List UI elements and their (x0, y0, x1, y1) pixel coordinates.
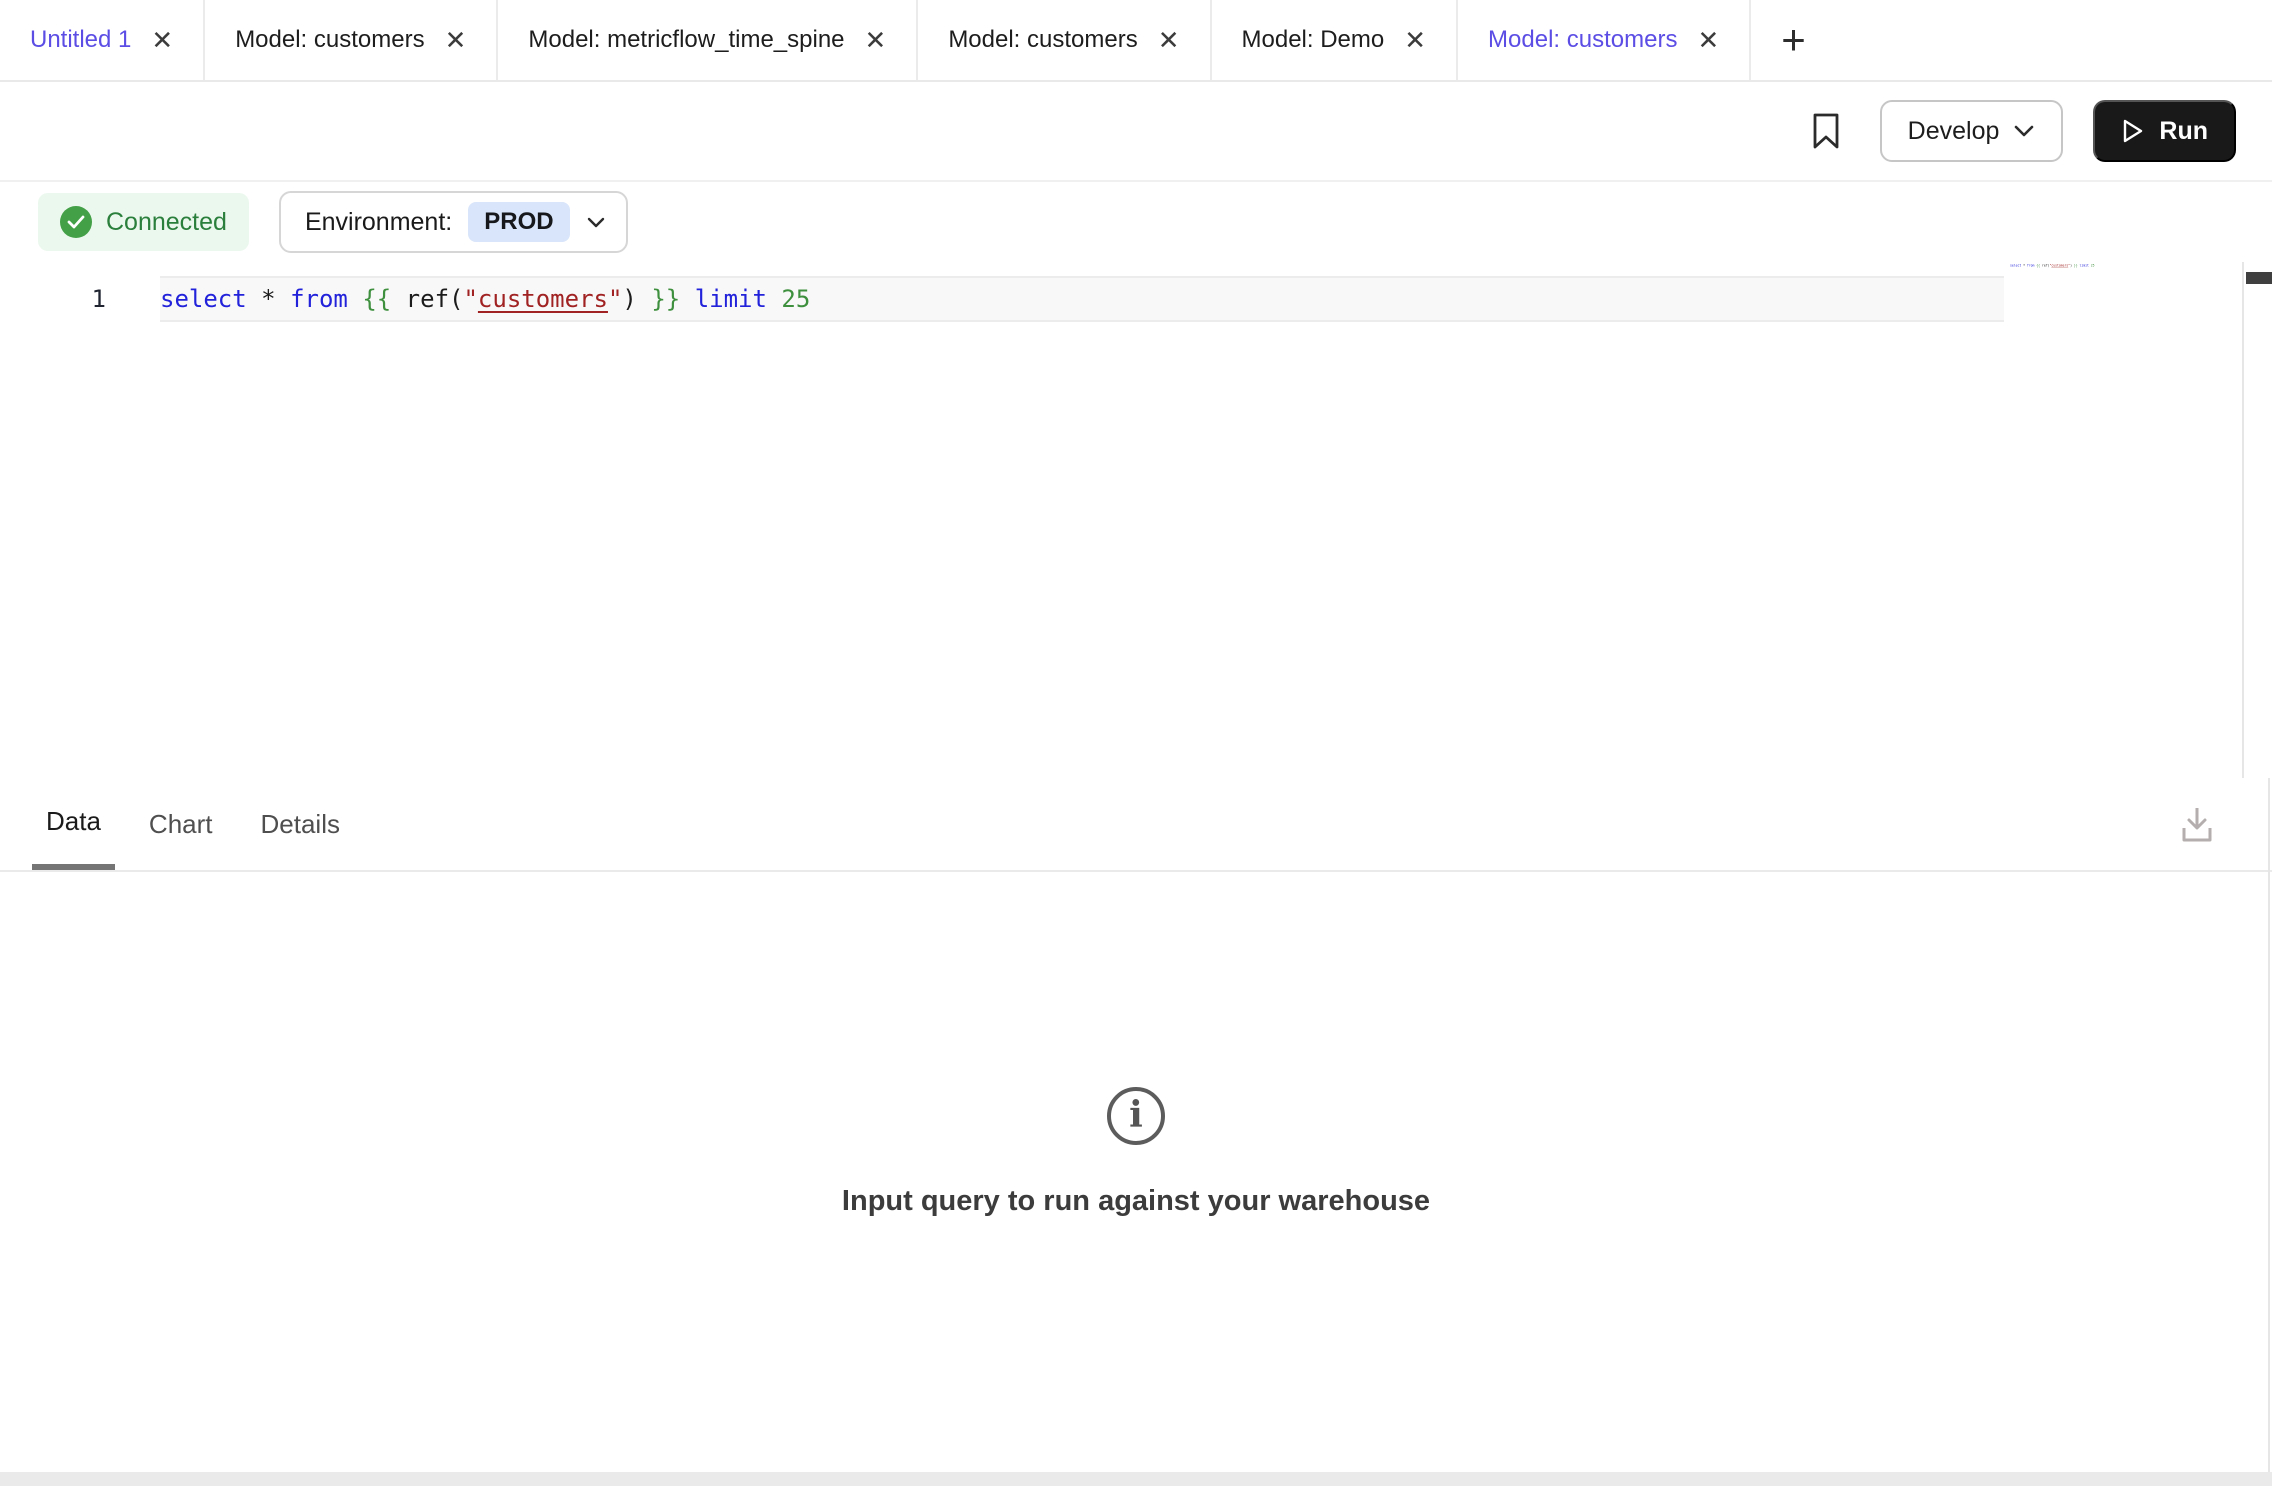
environment-value-pill: PROD (468, 202, 569, 242)
minimap-code-text: select * from {{ ref("customers") }} lim… (2010, 264, 2106, 267)
code-text: select * from {{ ref("customers") }} lim… (160, 285, 810, 313)
tab-model-metricflow-time-spine[interactable]: Model: metricflow_time_spine ✕ (498, 0, 918, 80)
chevron-down-icon (586, 216, 606, 229)
connection-status-badge: Connected (38, 193, 249, 251)
download-icon (2177, 802, 2217, 846)
results-panel: Data Chart Details i Input query to run … (0, 778, 2272, 1472)
tab-data-label: Data (46, 806, 101, 837)
chevron-down-icon (2013, 124, 2035, 138)
editor-line-1: 1 select * from {{ ref("customers") }} l… (0, 276, 2272, 322)
tab-details[interactable]: Details (247, 778, 354, 870)
info-icon: i (1107, 1087, 1165, 1145)
develop-button[interactable]: Develop (1880, 100, 2064, 162)
editor-scrollbar[interactable] (2242, 262, 2272, 778)
tab-label: Model: customers (1488, 26, 1677, 54)
tab-model-customers-2[interactable]: Model: customers ✕ (918, 0, 1211, 80)
environment-label: Environment: (305, 208, 452, 237)
ide-window: Untitled 1 ✕ Model: customers ✕ Model: m… (0, 0, 2272, 1486)
status-row: Connected Environment: PROD (0, 182, 2272, 262)
check-icon (60, 206, 92, 238)
play-icon (2121, 118, 2145, 144)
new-tab-button[interactable]: + (1751, 0, 1836, 80)
tab-data[interactable]: Data (32, 778, 115, 870)
tab-details-label: Details (261, 809, 340, 840)
develop-button-label: Develop (1908, 117, 2000, 146)
line-number: 1 (0, 276, 160, 322)
tab-untitled-1[interactable]: Untitled 1 ✕ (0, 0, 205, 80)
connection-status-label: Connected (106, 208, 227, 237)
download-results-button[interactable] (2170, 778, 2224, 870)
close-icon[interactable]: ✕ (151, 27, 173, 53)
tab-model-customers-3[interactable]: Model: customers ✕ (1458, 0, 1751, 80)
results-empty-state: i Input query to run against your wareho… (0, 872, 2272, 1432)
environment-selector[interactable]: Environment: PROD (279, 191, 628, 253)
results-tab-bar: Data Chart Details (0, 778, 2272, 872)
tab-chart[interactable]: Chart (135, 778, 227, 870)
bookmark-button[interactable] (1802, 107, 1850, 155)
tab-model-customers-1[interactable]: Model: customers ✕ (205, 0, 498, 80)
tab-label: Model: Demo (1242, 26, 1385, 54)
tab-label: Model: customers (948, 26, 1137, 54)
tab-label: Untitled 1 (30, 26, 131, 54)
tab-label: Model: metricflow_time_spine (528, 26, 844, 54)
editor-scrollbar-thumb[interactable] (2246, 272, 2272, 284)
bottom-scrollbar-track[interactable] (0, 1472, 2272, 1486)
tab-bar: Untitled 1 ✕ Model: customers ✕ Model: m… (0, 0, 2272, 82)
code-editor[interactable]: 1 select * from {{ ref("customers") }} l… (0, 262, 2272, 778)
plus-icon: + (1781, 16, 1806, 64)
run-button-label: Run (2159, 117, 2208, 146)
run-button[interactable]: Run (2093, 100, 2236, 162)
results-scrollbar-track (2268, 778, 2270, 1472)
bookmark-icon (1809, 111, 1843, 151)
tab-model-demo[interactable]: Model: Demo ✕ (1212, 0, 1459, 80)
toolbar: Develop Run (0, 82, 2272, 182)
close-icon[interactable]: ✕ (445, 27, 467, 53)
close-icon[interactable]: ✕ (1697, 27, 1719, 53)
tab-label: Model: customers (235, 26, 424, 54)
close-icon[interactable]: ✕ (865, 27, 887, 53)
tab-chart-label: Chart (149, 809, 213, 840)
close-icon[interactable]: ✕ (1158, 27, 1180, 53)
empty-state-message: Input query to run against your warehous… (842, 1185, 1430, 1218)
close-icon[interactable]: ✕ (1404, 27, 1426, 53)
active-line[interactable]: select * from {{ ref("customers") }} lim… (160, 276, 2004, 322)
editor-minimap[interactable]: select * from {{ ref("customers") }} lim… (2010, 264, 2106, 280)
